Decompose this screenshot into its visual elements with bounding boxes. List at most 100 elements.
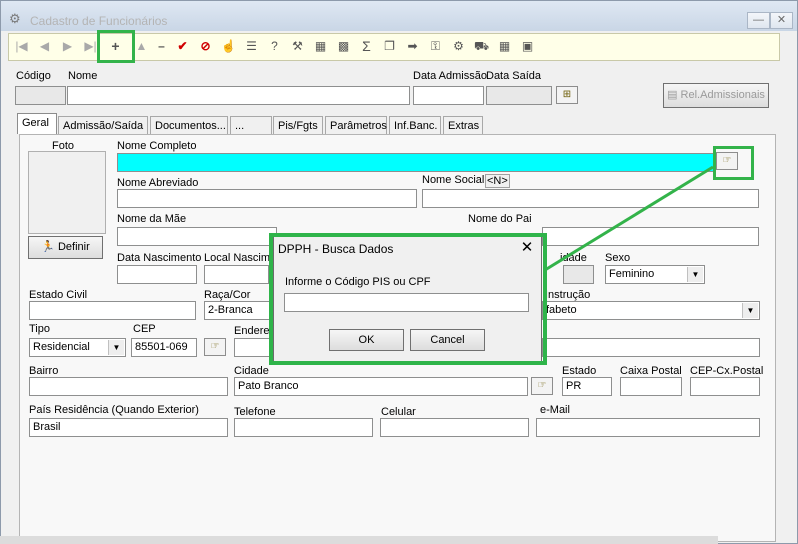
- idade-label: idade: [560, 252, 587, 264]
- dialog-prompt: Informe o Código PIS ou CPF: [285, 276, 431, 288]
- horizontal-scrollbar[interactable]: [0, 536, 718, 544]
- nome-abreviado-input[interactable]: [117, 189, 417, 208]
- estado-civil-select[interactable]: [29, 301, 196, 320]
- truck-icon[interactable]: ⛟: [472, 37, 491, 56]
- estado-civil-label: Estado Civil: [29, 289, 88, 301]
- cancel-button[interactable]: Cancel: [410, 329, 485, 351]
- export-icon[interactable]: ➡: [403, 37, 422, 56]
- square-icon[interactable]: ▣: [518, 37, 537, 56]
- tab-geral[interactable]: Geral: [17, 113, 57, 134]
- bairro-input[interactable]: [29, 377, 228, 396]
- definir-button[interactable]: 🏃 Definir: [28, 236, 103, 259]
- nome-completo-input[interactable]: [117, 153, 714, 172]
- email-input[interactable]: [536, 418, 760, 437]
- codigo-input[interactable]: [15, 86, 66, 105]
- up-icon[interactable]: ▲: [132, 37, 151, 56]
- tab-parametros[interactable]: Parâmetros: [325, 116, 387, 134]
- cancel-icon[interactable]: ⊘: [196, 37, 215, 56]
- hand-icon[interactable]: ☝: [219, 37, 238, 56]
- email-label: e-Mail: [540, 404, 570, 416]
- tab-extras[interactable]: Extras: [443, 116, 483, 134]
- data-admissao-input[interactable]: [413, 86, 484, 105]
- cep-cx-postal-label: CEP-Cx.Postal: [690, 365, 764, 377]
- cidade-value: Pato Branco: [238, 380, 299, 392]
- app-icon: ⚙: [9, 11, 21, 26]
- close-window-button[interactable]: ✕: [770, 12, 793, 29]
- estado-label: Estado: [562, 365, 597, 377]
- nome-social-button[interactable]: <N>: [485, 174, 510, 188]
- nome-input[interactable]: [67, 86, 410, 105]
- idade-input: [563, 265, 594, 284]
- cep-cx-postal-input[interactable]: [690, 377, 760, 396]
- tab-pis-fgts[interactable]: Pis/Fgts: [273, 116, 323, 134]
- first-record-icon[interactable]: |◀: [12, 37, 31, 56]
- table-icon[interactable]: ▦: [495, 37, 514, 56]
- tab-documentos[interactable]: Documentos...: [150, 116, 228, 134]
- settings-icon[interactable]: ⚙: [449, 37, 468, 56]
- sexo-value: Feminino: [609, 268, 655, 280]
- nome-social-input[interactable]: [422, 189, 759, 208]
- telefone-input[interactable]: [234, 418, 373, 437]
- next-record-icon[interactable]: ▶: [58, 37, 77, 56]
- key-icon[interactable]: ⚿: [426, 37, 445, 56]
- instrucao-select[interactable]: fabeto ▼: [542, 301, 760, 320]
- endereco-input-left[interactable]: [234, 338, 272, 357]
- prev-record-icon[interactable]: ◀: [35, 37, 54, 56]
- nome-mae-label: Nome da Mãe: [117, 213, 187, 225]
- sexo-label: Sexo: [605, 252, 631, 264]
- grid-picker-icon: ⊞: [562, 89, 572, 100]
- celular-input[interactable]: [380, 418, 529, 437]
- data-saida-input[interactable]: [486, 86, 552, 105]
- calc-icon[interactable]: ▩: [334, 37, 353, 56]
- raca-cor-select[interactable]: 2-Branca: [204, 301, 273, 320]
- ok-button[interactable]: OK: [329, 329, 404, 351]
- pointing-hand-icon: ☞: [210, 341, 220, 352]
- endereco-input-right[interactable]: [542, 338, 760, 357]
- confirm-icon[interactable]: ✔: [173, 37, 192, 56]
- chevron-down-icon: ▼: [687, 267, 703, 282]
- copy-icon[interactable]: ❐: [380, 37, 399, 56]
- data-admissao-label: Data Admissão: [413, 70, 487, 82]
- cep-input[interactable]: 85501-069: [131, 338, 197, 357]
- search-icon[interactable]: ☰: [242, 37, 261, 56]
- data-nascimento-input[interactable]: [117, 265, 197, 284]
- report-icon: ▤: [667, 89, 678, 101]
- caixa-postal-label: Caixa Postal: [620, 365, 682, 377]
- sum-icon[interactable]: Σ: [357, 37, 376, 56]
- tab-admissao-saida[interactable]: Admissão/Saída: [58, 116, 148, 134]
- data-nascimento-label: Data Nascimento: [117, 252, 202, 264]
- cep-lookup-button[interactable]: ☞: [204, 338, 226, 356]
- dialog-close-icon[interactable]: ✕: [518, 239, 536, 257]
- photo-box[interactable]: [28, 151, 106, 234]
- nome-pai-input[interactable]: [542, 227, 759, 246]
- grid-icon[interactable]: ▦: [311, 37, 330, 56]
- estado-value: PR: [566, 380, 582, 392]
- rel-admissionais-button[interactable]: ▤ Rel.Admissionais: [663, 83, 769, 108]
- nome-social-label: Nome Social: [422, 174, 485, 186]
- pis-cpf-input[interactable]: [284, 293, 529, 312]
- bairro-label: Bairro: [29, 365, 59, 377]
- running-man-icon: 🏃: [41, 241, 55, 253]
- tipo-select[interactable]: Residencial ▼: [29, 338, 126, 357]
- definir-label: Definir: [57, 241, 90, 253]
- cep-value: 85501-069: [135, 341, 188, 353]
- delete-record-icon[interactable]: –: [152, 37, 171, 56]
- local-nascimento-label: Local Nascim: [204, 252, 271, 264]
- help-icon[interactable]: ?: [265, 37, 284, 56]
- instrucao-value: fabeto: [546, 304, 577, 316]
- tab-more[interactable]: ...: [230, 116, 272, 134]
- pais-input[interactable]: Brasil: [29, 418, 228, 437]
- minimize-button[interactable]: —: [747, 12, 770, 29]
- tools-icon[interactable]: ⚒: [288, 37, 307, 56]
- sexo-select[interactable]: Feminino ▼: [605, 265, 705, 284]
- cidade-input[interactable]: Pato Branco: [234, 377, 528, 396]
- caixa-postal-input[interactable]: [620, 377, 682, 396]
- nome-pai-label: Nome do Pai: [468, 213, 532, 225]
- cidade-lookup-button[interactable]: ☞: [531, 377, 553, 395]
- estado-input[interactable]: PR: [562, 377, 612, 396]
- local-nascimento-input[interactable]: [204, 265, 269, 284]
- nome-mae-input[interactable]: [117, 227, 277, 246]
- tab-inf-banc[interactable]: Inf.Banc.: [389, 116, 441, 134]
- pais-label: País Residência (Quando Exterior): [29, 404, 199, 416]
- date-picker-button[interactable]: ⊞: [556, 86, 578, 104]
